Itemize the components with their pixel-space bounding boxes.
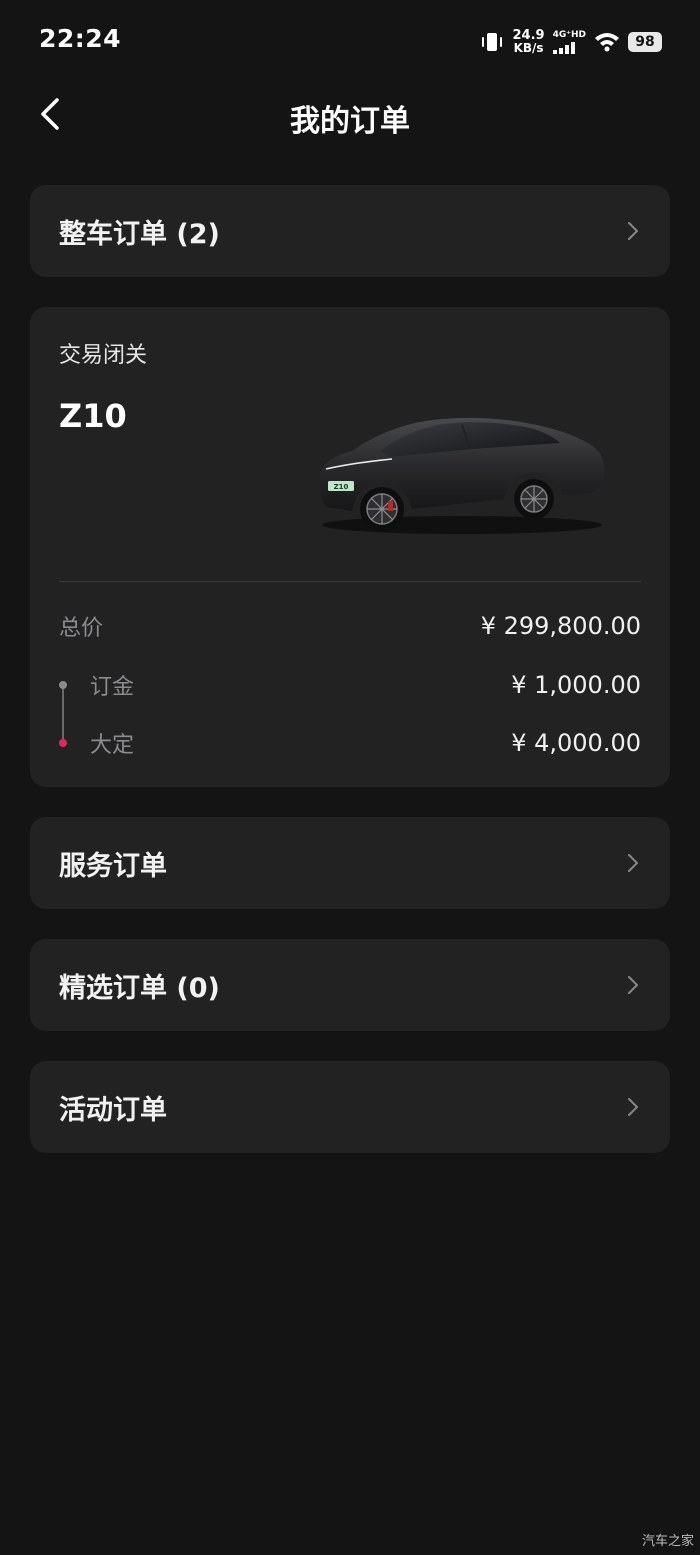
big-deposit-row: 大定 ¥ 4,000.00 <box>59 726 641 760</box>
chevron-right-icon <box>628 1098 638 1116</box>
deposit-label: 订金 <box>90 675 135 700</box>
total-price-row: 总价 ¥ 299,800.00 <box>59 609 641 643</box>
status-time: 22:24 <box>39 24 122 53</box>
big-deposit-label: 大定 <box>90 733 135 758</box>
vehicle-orders-label: 整车订单 (2) <box>59 218 220 250</box>
page-title: 我的订单 <box>290 104 410 139</box>
model-name: Z10 <box>59 397 127 435</box>
big-deposit-value: ¥ 4,000.00 <box>511 729 641 757</box>
nav-header: 我的订单 <box>0 80 700 150</box>
deposit-value: ¥ 1,000.00 <box>511 671 641 699</box>
deposit-row: 订金 ¥ 1,000.00 <box>59 668 641 702</box>
status-icons: 24.9 KB/s 4G⁺HD 98 <box>479 26 662 58</box>
vehicle-orders-row[interactable]: 整车订单 (2) <box>30 185 670 277</box>
service-orders-label: 服务订单 <box>59 850 167 882</box>
chevron-right-icon <box>628 976 638 994</box>
order-status: 交易闭关 <box>59 343 148 368</box>
cell-label: 4G⁺HD <box>552 30 586 40</box>
service-orders-row[interactable]: 服务订单 <box>30 817 670 909</box>
cell-signal: 4G⁺HD <box>552 30 586 54</box>
total-price-label: 总价 <box>59 616 104 641</box>
license-plate-text: Z10 <box>334 483 349 491</box>
battery-icon: 98 <box>628 32 662 52</box>
wifi-icon <box>595 33 619 52</box>
selected-orders-row[interactable]: 精选订单 (0) <box>30 939 670 1031</box>
chevron-right-icon <box>628 222 638 240</box>
cell-signal-icon <box>552 42 575 54</box>
chevron-right-icon <box>628 854 638 872</box>
divider <box>59 581 641 582</box>
network-speed-unit: KB/s <box>513 41 544 55</box>
car-image: Z10 <box>319 417 605 534</box>
network-speed: 24.9 KB/s <box>513 29 545 55</box>
status-bar: 22:24 24.9 KB/s 4G⁺HD 98 <box>0 0 700 80</box>
activity-orders-row[interactable]: 活动订单 <box>30 1061 670 1153</box>
watermark: 汽车之家 <box>641 1534 694 1549</box>
total-price-value: ¥ 299,800.00 <box>480 612 641 640</box>
activity-orders-label: 活动订单 <box>59 1094 167 1126</box>
vibrate-icon <box>481 33 502 51</box>
order-card[interactable]: 交易闭关 Z10 Z10 总价 ¥ 299,800.00 订金 ¥ 1,000.… <box>30 307 670 787</box>
selected-orders-label: 精选订单 (0) <box>59 972 220 1004</box>
